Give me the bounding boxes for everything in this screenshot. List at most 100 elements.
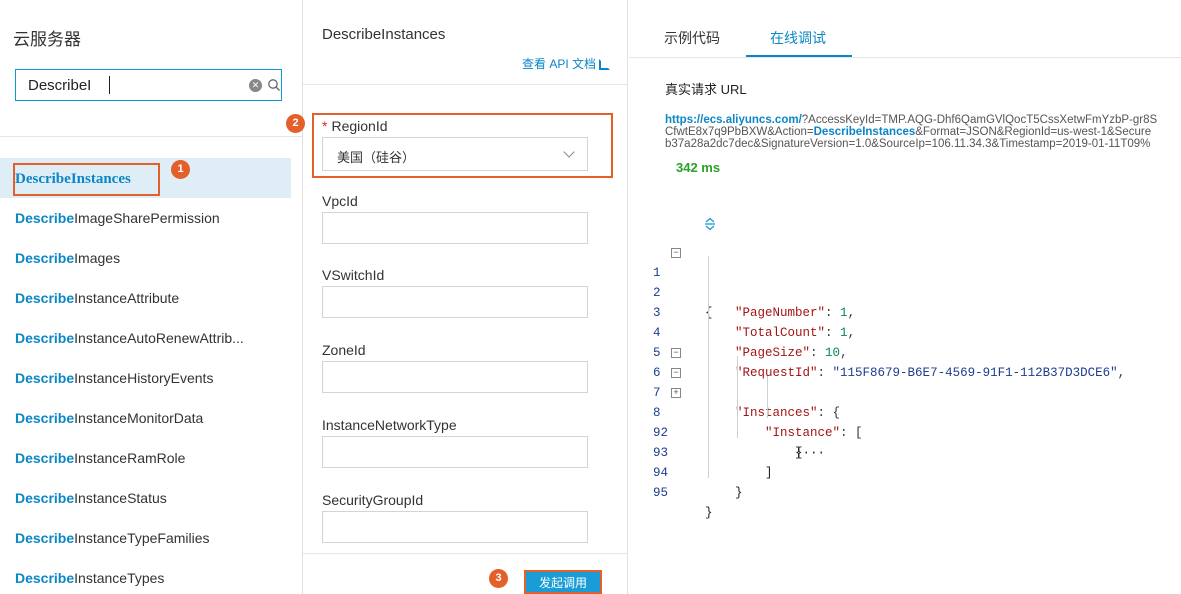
instance-network-type-label: InstanceNetworkType (322, 417, 457, 433)
zone-id-label: ZoneId (322, 342, 366, 358)
api-item-label: InstanceTypes (74, 570, 165, 586)
line-number: 95 (653, 486, 669, 500)
code-line: 6 − "Instances": { (629, 343, 1181, 420)
api-list-item[interactable]: DescribeInstanceAutoRenewAttrib... (0, 318, 302, 358)
step-badge-2: 2 (286, 114, 305, 133)
url-action: DescribeInstances (813, 126, 916, 138)
code-line: 7 − "Instance": [ (629, 363, 1181, 440)
code-line: 1 − { (629, 243, 1181, 320)
tabs-divider (629, 57, 1181, 58)
api-item-match: Describe (15, 250, 75, 266)
collapse-icon[interactable]: − (671, 348, 681, 358)
api-item-label: InstanceTypeFamilies (74, 530, 210, 546)
step-badge-3: 3 (489, 569, 508, 588)
api-list-item[interactable]: DescribeInstanceRamRole (0, 438, 302, 478)
security-group-id-label: SecurityGroupId (322, 492, 424, 508)
api-item-match: Describe (15, 410, 75, 426)
instance-network-type-input[interactable] (322, 436, 588, 468)
indent-guide (737, 356, 738, 438)
api-search-input[interactable]: DescribeI ✕ (15, 69, 282, 101)
region-id-select[interactable]: 美国（硅谷） (322, 137, 588, 171)
api-item-label: InstanceAttribute (74, 290, 180, 306)
code-text: } (705, 486, 743, 500)
api-item-match: Describe (15, 330, 75, 346)
code-line: 2 "PageNumber": 1, (629, 263, 1181, 320)
api-list-item[interactable]: DescribeInstanceStatus (0, 478, 302, 518)
url-line-2-post: &Format=JSON&RegionId=us-west-1&Secure (915, 126, 1152, 138)
product-title: 云服务器 (13, 30, 81, 49)
api-list-item[interactable]: DescribeInstanceTypes (0, 558, 302, 594)
tab-online-debug[interactable]: 在线调试 (770, 28, 826, 48)
sidebar-divider (0, 136, 302, 137)
header-divider (303, 84, 627, 85)
collapse-expand-icon[interactable] (703, 217, 717, 231)
api-name-title: DescribeInstances (322, 26, 446, 43)
api-item-match: Describe (15, 450, 75, 466)
api-list-item[interactable]: DescribeImageSharePermission (0, 198, 302, 238)
region-id-value: 美国（硅谷） (337, 150, 416, 165)
vswitch-id-label: VSwitchId (322, 267, 385, 283)
code-line: 8 + {··· (629, 383, 1181, 460)
url-host[interactable]: https://ecs.aliyuncs.com/ (665, 114, 802, 126)
expand-icon[interactable]: + (671, 388, 681, 398)
url-line-1: ?AccessKeyId=TMP.AQG-Dhf6QamGVlQocT5CssX… (801, 114, 1158, 126)
code-line: 94 } (629, 443, 1181, 500)
api-item-label: InstanceHistoryEvents (74, 370, 214, 386)
step-badge-1: 1 (171, 160, 190, 179)
highlight-box-1 (13, 163, 160, 196)
result-panel: 示例代码 在线调试 真实请求 URL https://ecs.aliyuncs.… (629, 0, 1181, 594)
api-doc-link[interactable]: 查看 API 文档 (522, 55, 610, 72)
code-line: 3 "TotalCount": 1, (629, 283, 1181, 340)
parameter-panel: DescribeInstances 查看 API 文档 2 * RegionId … (286, 0, 628, 594)
response-latency: 342 ms (676, 160, 721, 175)
api-item-match: Describe (15, 210, 75, 226)
code-line: 92 } (629, 403, 1181, 460)
api-item-match: Describe (15, 530, 75, 546)
api-doc-link-label: 查看 API 文档 (521, 57, 596, 71)
api-item-label: InstanceStatus (74, 490, 167, 506)
code-line: 93 ] (629, 423, 1181, 480)
api-item-match: Describe (15, 570, 75, 586)
api-list-item[interactable]: DescribeInstanceTypeFamilies (0, 518, 302, 558)
external-link-icon (599, 59, 610, 70)
api-item-label: InstanceRamRole (74, 450, 186, 466)
url-line-2-pre: CfwtE8x7q9PbBXW&Action= (665, 126, 814, 138)
vpc-id-input[interactable] (322, 212, 588, 244)
api-sidebar: 云服务器 DescribeI ✕ DescribeInstances Descri… (0, 0, 303, 594)
api-list-item[interactable]: DescribeImages (0, 238, 302, 278)
request-url: https://ecs.aliyuncs.com/?AccessKeyId=TM… (665, 114, 1181, 150)
collapse-icon[interactable]: − (671, 368, 681, 378)
indent-guide (767, 376, 768, 418)
search-value: DescribeI (28, 77, 92, 94)
vpc-id-label: VpcId (322, 193, 358, 209)
tab-sample-code[interactable]: 示例代码 (664, 28, 720, 48)
api-list-item[interactable]: DescribeInstanceHistoryEvents (0, 358, 302, 398)
region-id-label: * RegionId (322, 118, 388, 134)
region-id-label-text: RegionId (331, 118, 388, 134)
api-item-label: InstanceAutoRenewAttrib... (74, 330, 244, 346)
text-caret (109, 76, 110, 94)
api-list-item[interactable]: DescribeInstanceMonitorData (0, 398, 302, 438)
api-list: DescribeInstances DescribeImageSharePermi… (0, 158, 302, 594)
invoke-button[interactable]: 发起调用 (524, 570, 602, 594)
code-line: 5 "RequestId": "115F8679-B6E7-4569-91F1-… (629, 323, 1181, 380)
indent-guide (708, 256, 709, 478)
code-line: 4 "PageSize": 10, (629, 303, 1181, 360)
api-item-match: Describe (15, 490, 75, 506)
footer-divider (303, 553, 627, 554)
code-text: } (705, 506, 713, 520)
required-mark: * (322, 118, 328, 134)
api-list-item[interactable]: DescribeInstanceAttribute (0, 278, 302, 318)
security-group-id-input[interactable] (322, 511, 588, 543)
clear-icon[interactable]: ✕ (249, 79, 262, 92)
search-icon[interactable] (267, 78, 281, 92)
chevron-down-icon (563, 146, 575, 158)
api-item-label: ImageSharePermission (74, 210, 220, 226)
collapse-icon[interactable]: − (671, 248, 681, 258)
zone-id-input[interactable] (322, 361, 588, 393)
vswitch-id-input[interactable] (322, 286, 588, 318)
json-response-viewer: 1 − { 2 "PageNumber": 1, 3 "TotalCount":… (629, 243, 1181, 520)
api-item-label: Images (74, 250, 121, 266)
code-line: 95 } (629, 463, 1181, 520)
url-line-3: b37a28a2dc7dec&SignatureVersion=1.0&Sour… (665, 138, 1151, 150)
